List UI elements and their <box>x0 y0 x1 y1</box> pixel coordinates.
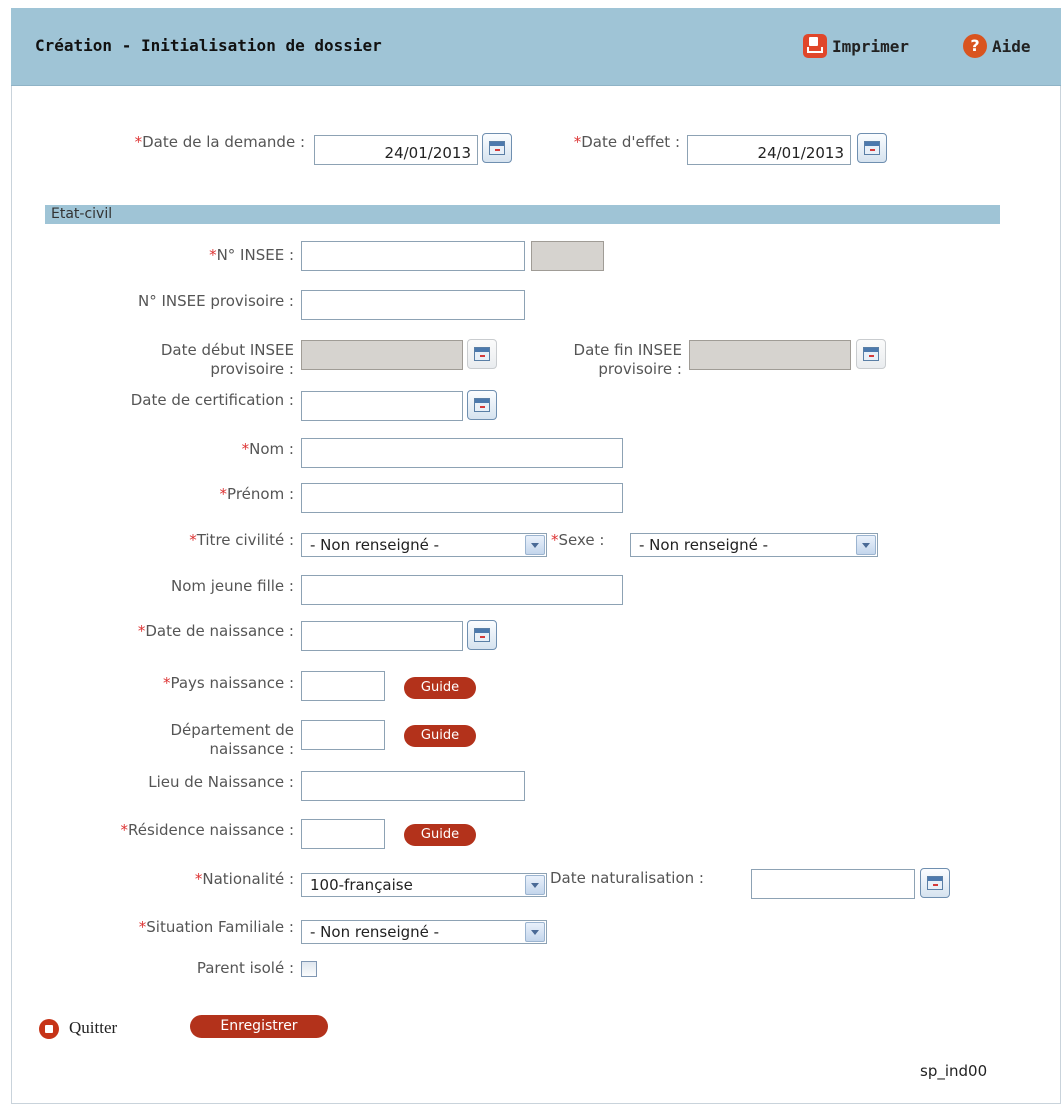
date-debut-insee-calendar-button[interactable] <box>467 339 497 369</box>
print-link[interactable]: Imprimer <box>803 34 909 58</box>
titre-civilite-select[interactable]: - Non renseigné - <box>301 533 547 557</box>
insee-label: *N° INSEE : <box>209 246 294 264</box>
date-fin-insee-label: Date fin INSEE provisoire : <box>573 341 682 378</box>
sexe-select[interactable]: - Non renseigné - <box>630 533 878 557</box>
section-etat-civil: Etat-civil <box>45 205 1000 224</box>
date-naturalisation-calendar-button[interactable] <box>920 868 950 898</box>
calendar-icon <box>863 347 879 361</box>
date-naturalisation-input[interactable] <box>751 869 915 899</box>
pays-guide-button[interactable]: Guide <box>404 677 476 699</box>
calendar-icon <box>474 347 490 361</box>
date-effet-label: *Date d'effet : <box>573 133 680 151</box>
date-naissance-label: *Date de naissance : <box>137 622 294 640</box>
date-naissance-calendar-button[interactable] <box>467 620 497 650</box>
nom-jeune-fille-label: Nom jeune fille : <box>170 577 294 595</box>
date-demande-calendar-button[interactable] <box>482 133 512 163</box>
prenom-label: *Prénom : <box>219 485 294 503</box>
date-certification-input[interactable] <box>301 391 463 421</box>
parent-isole-checkbox[interactable] <box>301 961 317 977</box>
pays-naissance-label: *Pays naissance : <box>162 674 294 692</box>
calendar-icon <box>489 141 505 155</box>
date-certification-calendar-button[interactable] <box>467 390 497 420</box>
departement-guide-button[interactable]: Guide <box>404 725 476 747</box>
help-label: Aide <box>992 36 1031 56</box>
chevron-down-icon <box>856 535 876 555</box>
quit-link[interactable]: Quitter <box>69 1018 117 1038</box>
date-debut-insee-input <box>301 340 463 370</box>
situation-familiale-select[interactable]: - Non renseigné - <box>301 920 547 944</box>
stop-icon[interactable] <box>39 1019 59 1039</box>
pays-naissance-input[interactable] <box>301 671 385 701</box>
date-debut-insee-label: Date début INSEE provisoire : <box>160 341 294 378</box>
nationalite-select[interactable]: 100-française <box>301 873 547 897</box>
print-label: Imprimer <box>832 36 910 56</box>
help-link[interactable]: ? Aide <box>963 34 1031 58</box>
page-title: Création - Initialisation de dossier <box>35 36 382 55</box>
lieu-naissance-input[interactable] <box>301 771 525 801</box>
titre-civilite-label: *Titre civilité : <box>189 531 294 549</box>
insee-key-input <box>531 241 604 271</box>
page-header: Création - Initialisation de dossier Imp… <box>11 8 1061 86</box>
date-effet-input[interactable] <box>687 135 851 165</box>
parent-isole-label: Parent isolé : <box>196 959 294 977</box>
calendar-icon <box>474 398 490 412</box>
date-fin-insee-input <box>689 340 851 370</box>
residence-guide-button[interactable]: Guide <box>404 824 476 846</box>
calendar-icon <box>927 876 943 890</box>
screen-code: sp_ind00 <box>920 1062 988 1080</box>
date-certification-label: Date de certification : <box>130 391 294 409</box>
date-demande-label: *Date de la demande : <box>134 133 305 151</box>
nationalite-label: *Nationalité : <box>194 870 294 888</box>
printer-icon <box>803 34 827 58</box>
sexe-label: *Sexe : <box>551 531 605 549</box>
date-effet-calendar-button[interactable] <box>857 133 887 163</box>
date-fin-insee-calendar-button[interactable] <box>856 339 886 369</box>
insee-provisoire-input[interactable] <box>301 290 525 320</box>
lieu-naissance-label: Lieu de Naissance : <box>148 773 294 791</box>
insee-provisoire-label: N° INSEE provisoire : <box>137 292 294 310</box>
situation-familiale-label: *Situation Familiale : <box>138 918 294 936</box>
residence-naissance-input[interactable] <box>301 819 385 849</box>
calendar-icon <box>474 628 490 642</box>
prenom-input[interactable] <box>301 483 623 513</box>
chevron-down-icon <box>525 535 545 555</box>
date-demande-input[interactable] <box>314 135 478 165</box>
chevron-down-icon <box>525 875 545 895</box>
departement-naissance-label: Département de naissance : <box>170 721 294 758</box>
nom-label: *Nom : <box>241 440 294 458</box>
residence-naissance-label: *Résidence naissance : <box>120 821 294 839</box>
help-icon: ? <box>963 34 987 58</box>
insee-input[interactable] <box>301 241 525 271</box>
date-naturalisation-label: Date naturalisation : <box>550 869 704 887</box>
calendar-icon <box>864 141 880 155</box>
chevron-down-icon <box>525 922 545 942</box>
departement-naissance-input[interactable] <box>301 720 385 750</box>
nom-jeune-fille-input[interactable] <box>301 575 623 605</box>
date-naissance-input[interactable] <box>301 621 463 651</box>
nom-input[interactable] <box>301 438 623 468</box>
save-button[interactable]: Enregistrer <box>190 1015 328 1038</box>
